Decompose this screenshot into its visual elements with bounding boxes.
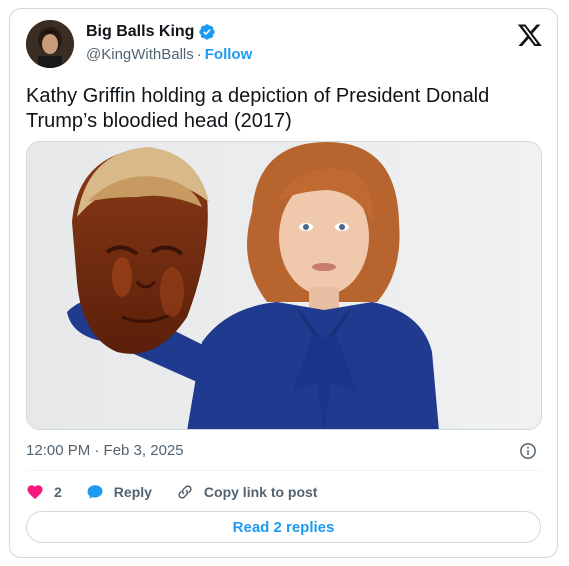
link-icon xyxy=(178,485,192,499)
heart-icon xyxy=(27,485,43,500)
author-handle-row: @KingWithBalls · Follow xyxy=(86,46,252,63)
author-name-row: Big Balls King xyxy=(86,23,216,41)
embedded-tweet-card[interactable]: Big Balls King @KingWithBalls · Follow Kat… xyxy=(9,8,558,558)
tweet-timestamp[interactable]: 12:00 PM · Feb 3, 2025 xyxy=(26,442,184,459)
tweet-actions-bar: 2 Reply Copy link to post xyxy=(26,483,341,501)
separator-dot: · xyxy=(196,46,202,63)
tweet-text: Kathy Griffin holding a depiction of Pre… xyxy=(26,85,490,132)
verified-badge-icon xyxy=(198,23,216,41)
reply-button[interactable]: Reply xyxy=(86,483,152,501)
author-handle[interactable]: @KingWithBalls xyxy=(86,46,194,63)
author-display-name[interactable]: Big Balls King xyxy=(86,23,194,41)
reply-label: Reply xyxy=(113,484,152,500)
follow-button[interactable]: Follow xyxy=(205,46,253,63)
photo-image xyxy=(27,142,541,429)
read-replies-button[interactable]: Read 2 replies xyxy=(26,511,541,543)
like-count: 2 xyxy=(54,484,62,500)
reply-bubble-icon xyxy=(87,485,103,499)
avatar-image xyxy=(26,20,74,68)
copy-link-button[interactable]: Copy link to post xyxy=(176,483,318,501)
copy-link-label: Copy link to post xyxy=(203,484,318,500)
author-avatar[interactable] xyxy=(26,20,74,68)
tweet-media-photo[interactable] xyxy=(26,141,542,430)
info-icon[interactable] xyxy=(519,442,537,460)
like-button[interactable]: 2 xyxy=(26,483,62,501)
x-logo-icon[interactable] xyxy=(517,22,543,48)
divider xyxy=(26,470,541,471)
